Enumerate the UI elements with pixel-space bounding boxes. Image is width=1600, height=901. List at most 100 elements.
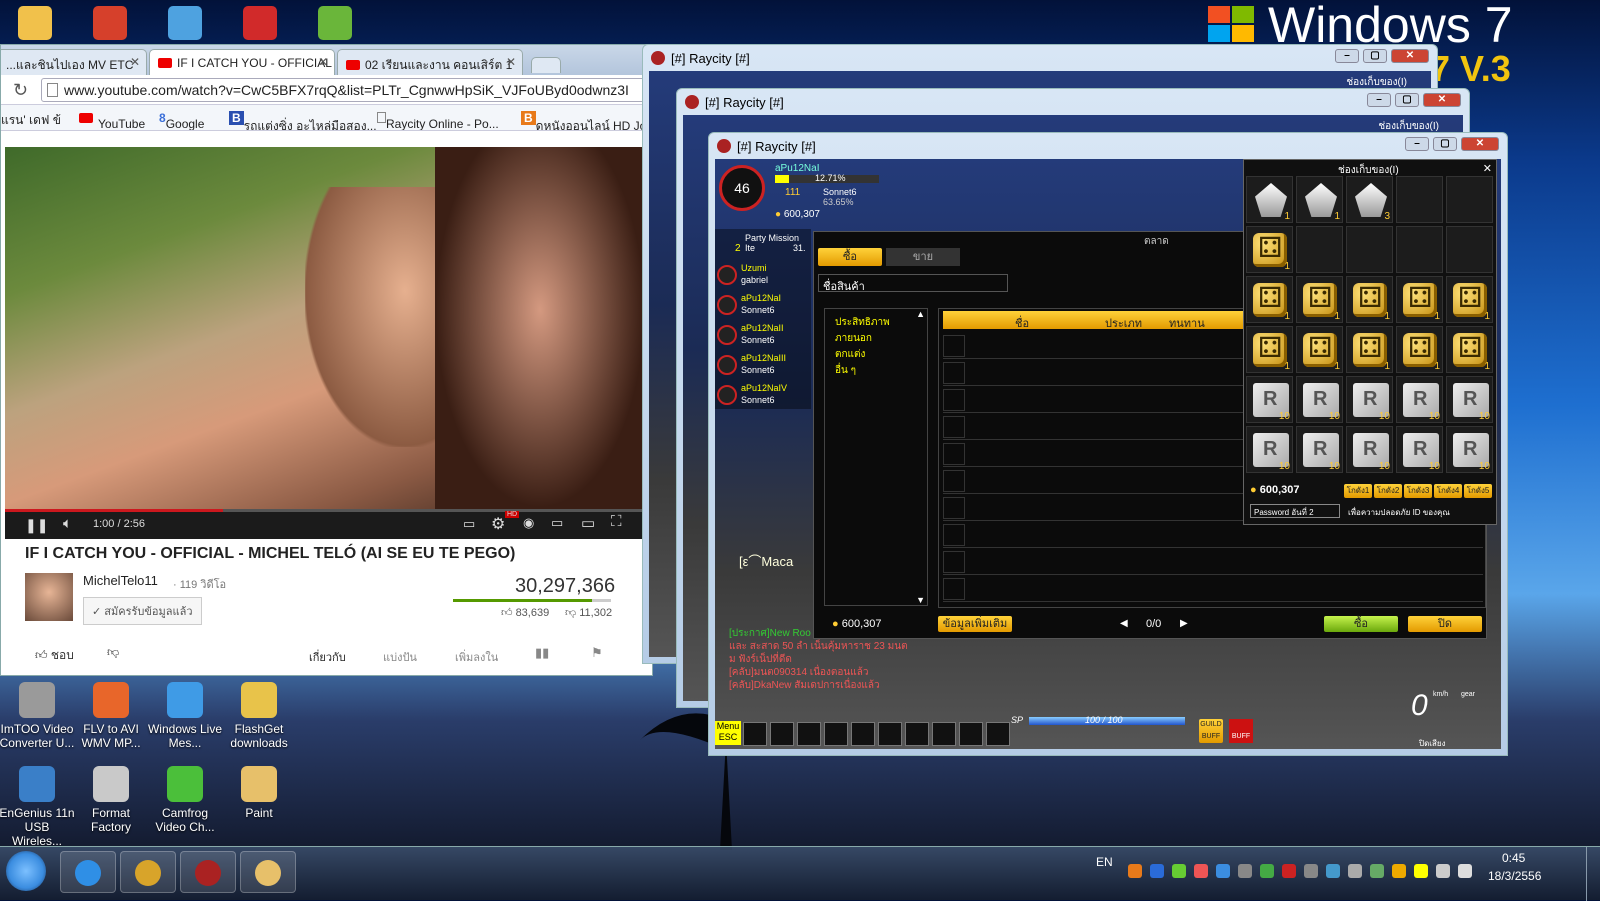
inventory-slot[interactable]: 10 [1396, 426, 1443, 473]
skill-slot[interactable] [959, 722, 983, 746]
channel-avatar[interactable] [25, 573, 73, 621]
bookmark-0[interactable]: แรน' เดฟ ข้ [1, 111, 61, 130]
cleaner-icon[interactable] [93, 6, 127, 40]
more-info-button[interactable]: ข้อมูลเพิ่มเติม [938, 616, 1012, 632]
inventory-slot[interactable]: 1 [1396, 276, 1443, 323]
skill-slot[interactable] [743, 722, 767, 746]
bookmark-cars[interactable]: B รถแต่งซิ่ง อะไหล่มือสอง... [229, 111, 377, 130]
inventory-slot[interactable] [1446, 176, 1493, 223]
skill-slot[interactable] [932, 722, 956, 746]
buy-button[interactable]: ซื้อ [1324, 616, 1398, 632]
tab-karaoke[interactable]: ...และชินไปเอง MV ETC ✕ [1, 49, 147, 75]
guild-buff-button[interactable]: GUILD BUFF [1199, 719, 1223, 743]
tray-icon[interactable] [1150, 864, 1164, 878]
inventory-slot[interactable] [1446, 226, 1493, 273]
skill-slot[interactable] [824, 722, 848, 746]
language-indicator[interactable]: EN [1096, 855, 1113, 869]
video-progress[interactable] [5, 509, 645, 512]
inventory-slot[interactable]: 1 [1246, 326, 1293, 373]
close-tab-icon[interactable]: ✕ [506, 55, 516, 69]
category-item[interactable]: อื่น ๆ [835, 363, 856, 378]
small-player-icon[interactable]: ▭ [551, 515, 563, 531]
notepad-icon[interactable] [168, 6, 202, 40]
settings-gear-icon[interactable]: ⚙ [491, 514, 505, 534]
inventory-slot[interactable]: 10 [1296, 376, 1343, 423]
tray-icon[interactable] [1172, 864, 1186, 878]
storage-tab[interactable]: โกดัง4 [1434, 484, 1462, 498]
taskbar-app[interactable] [120, 851, 176, 893]
bluestacks-icon[interactable] [318, 6, 352, 40]
skill-slot[interactable] [905, 722, 929, 746]
inventory-slot[interactable] [1346, 226, 1393, 273]
inventory-slot[interactable]: 10 [1396, 376, 1443, 423]
url-input[interactable]: www.youtube.com/watch?v=CwC5BFX7rqQ&list… [41, 78, 651, 102]
stats-icon[interactable]: ▮▮ [535, 645, 549, 661]
storage-tab[interactable]: โกดัง1 [1344, 484, 1372, 498]
folder-icon[interactable] [18, 6, 52, 40]
tray-icon[interactable] [1370, 864, 1384, 878]
desktop-shortcut[interactable]: Format Factory [73, 766, 149, 834]
captions-icon[interactable]: ▭ [463, 516, 475, 532]
skill-slot[interactable] [797, 722, 821, 746]
buff-button[interactable]: BUFF [1229, 719, 1253, 743]
tray-icon[interactable] [1238, 864, 1252, 878]
desktop-shortcut[interactable]: FlashGet downloads [221, 682, 297, 750]
maximize-button[interactable]: ▢ [1363, 49, 1387, 63]
desktop-shortcut[interactable]: ImTOO Video Converter U... [0, 682, 75, 750]
taskbar-app[interactable] [240, 851, 296, 893]
volume-icon[interactable]: 🔈︎ [63, 515, 72, 532]
inventory-slot[interactable]: 10 [1446, 426, 1493, 473]
new-tab-button[interactable] [531, 57, 561, 73]
storage-tab[interactable]: โกดัง3 [1404, 484, 1432, 498]
bookmark-raycity[interactable]: Raycity Online - Po... [377, 111, 499, 130]
desktop-shortcut[interactable]: Paint [221, 766, 297, 820]
tab-youtube-video[interactable]: IF I CATCH YOU - OFFICIAL ✕ [149, 49, 335, 75]
taskbar-app[interactable] [60, 851, 116, 893]
skill-slot[interactable] [851, 722, 875, 746]
bookmark-movies[interactable]: B ดูหนังออนไลน์ HD Jo [521, 111, 646, 130]
flag-icon[interactable]: ⚑ [591, 645, 603, 661]
inventory-slot[interactable] [1296, 226, 1343, 273]
mute-label[interactable]: ปิดเสียง [1419, 737, 1445, 750]
table-row[interactable] [943, 522, 1483, 548]
inventory-slot[interactable]: 10 [1446, 376, 1493, 423]
tab-add-to[interactable]: เพิ่มลงใน [455, 648, 498, 666]
tray-icon[interactable] [1282, 864, 1296, 878]
desktop-shortcut[interactable]: Camfrog Video Ch... [147, 766, 223, 834]
tray-icon[interactable] [1348, 864, 1362, 878]
minimize-button[interactable]: – [1367, 93, 1391, 107]
table-row[interactable] [943, 576, 1483, 602]
skill-slot[interactable] [770, 722, 794, 746]
inventory-slot[interactable]: 10 [1346, 376, 1393, 423]
scroll-down-icon[interactable]: ▼ [916, 595, 925, 605]
close-tab-icon[interactable]: ✕ [130, 55, 140, 69]
desktop-shortcut[interactable]: FLV to AVI WMV MP... [73, 682, 149, 750]
shop-close-button[interactable]: ปิด [1408, 616, 1482, 632]
close-tab-icon[interactable]: ✕ [318, 55, 328, 69]
inventory-slot[interactable]: 10 [1246, 376, 1293, 423]
inventory-slot[interactable]: 3 [1346, 176, 1393, 223]
close-button[interactable]: ✕ [1391, 49, 1429, 63]
bookmark-youtube[interactable]: YouTube [79, 111, 145, 130]
channel-name[interactable]: MichelTelo11 [83, 573, 158, 588]
next-page-icon[interactable]: ▶ [1180, 618, 1188, 629]
clock-date[interactable]: 18/3/2556 [1488, 869, 1541, 883]
inventory-slot[interactable]: 1 [1246, 176, 1293, 223]
show-desktop-button[interactable] [1586, 847, 1600, 901]
skill-slot[interactable] [878, 722, 902, 746]
inventory-slot[interactable]: 1 [1346, 326, 1393, 373]
inventory-close-icon[interactable]: ✕ [1483, 162, 1492, 175]
subscribe-button[interactable]: ✓ สมัครรับข้อมูลแล้ว [83, 597, 202, 625]
inventory-slot[interactable]: 10 [1296, 426, 1343, 473]
inventory-slot[interactable]: 1 [1246, 226, 1293, 273]
inventory-slot[interactable]: 10 [1346, 426, 1393, 473]
inventory-slot[interactable] [1396, 176, 1443, 223]
inventory-slot[interactable] [1396, 226, 1443, 273]
storage-tab[interactable]: โกดัง5 [1464, 484, 1492, 498]
prev-page-icon[interactable]: ◀ [1120, 618, 1128, 629]
party-member[interactable]: aPu12NaIV Sonnet6 [717, 383, 807, 411]
clock-time[interactable]: 0:45 [1502, 851, 1525, 865]
close-button[interactable]: ✕ [1461, 137, 1499, 151]
minimize-button[interactable]: – [1335, 49, 1359, 63]
inventory-slot[interactable]: 1 [1396, 326, 1443, 373]
